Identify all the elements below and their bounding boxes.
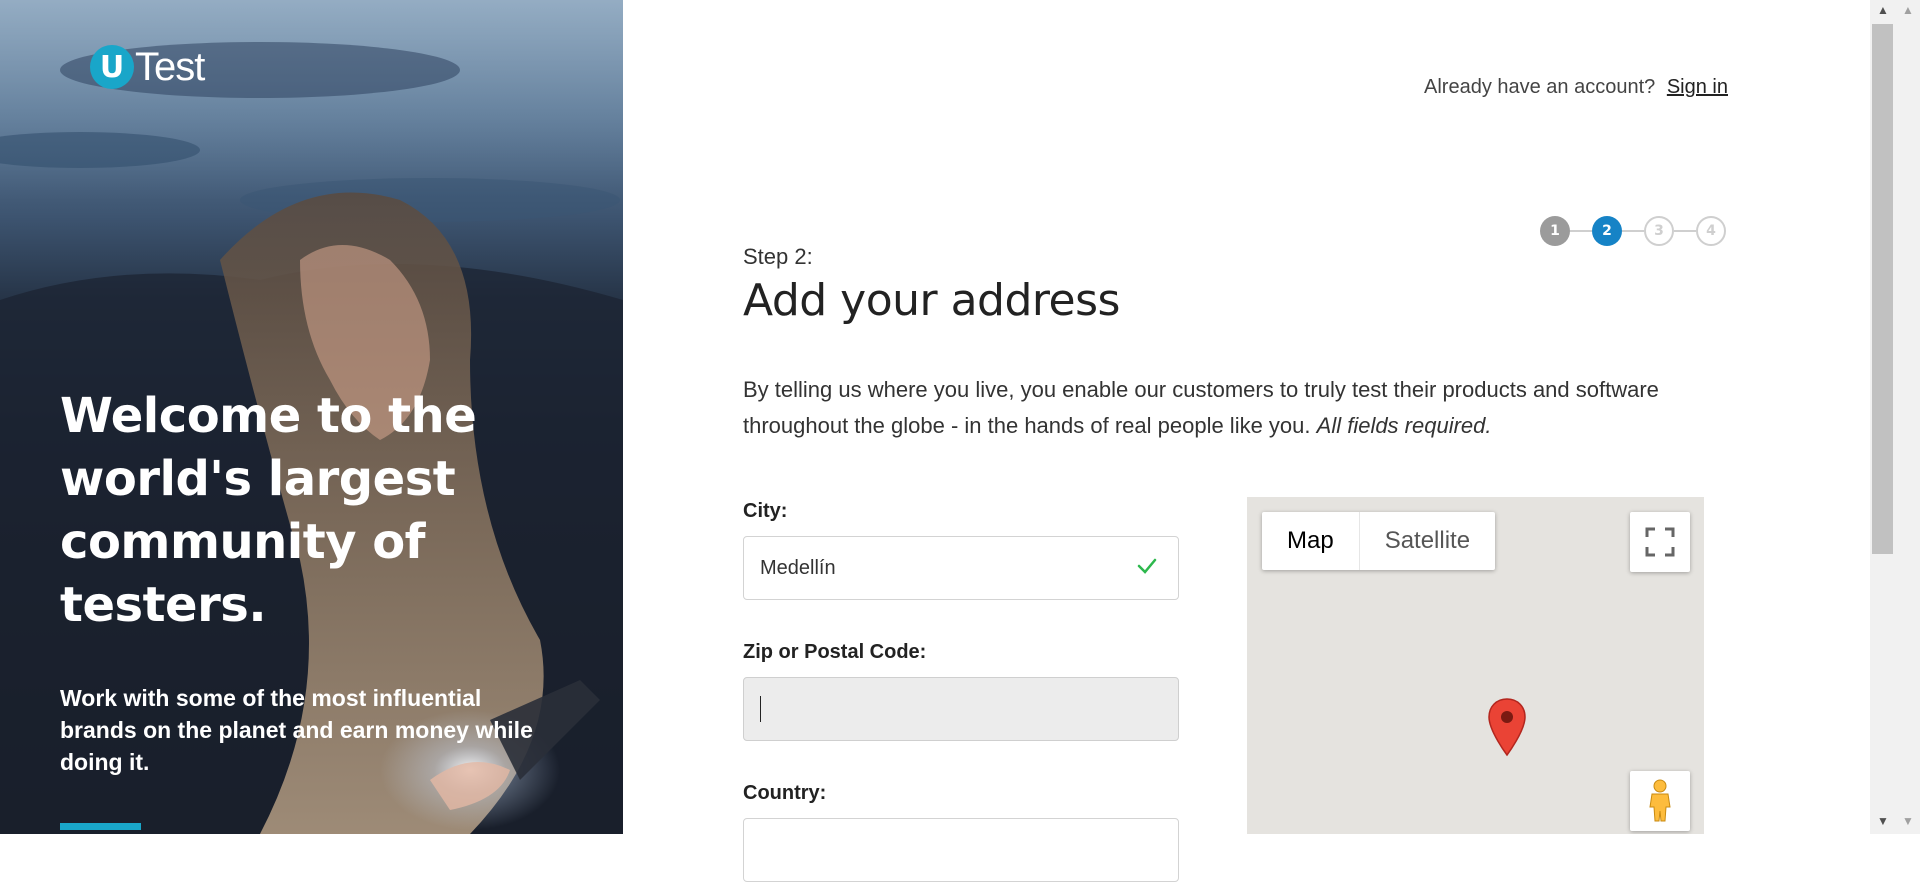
logo-word: Test <box>135 44 205 89</box>
zip-label: Zip or Postal Code: <box>743 641 927 663</box>
hero-subtext: Work with some of the most influential b… <box>60 685 533 775</box>
scrollbar-thumb[interactable] <box>1872 24 1893 554</box>
zip-input[interactable] <box>743 677 1179 741</box>
signin-prompt: Already have an account? Sign in <box>1424 76 1728 99</box>
location-map[interactable]: Map Satellite <box>1247 497 1704 834</box>
outer-scroll-down-icon[interactable]: ▼ <box>1902 814 1914 828</box>
step-indicator: 1 2 3 4 <box>1540 216 1726 246</box>
step-3: 3 <box>1644 216 1674 246</box>
fullscreen-button[interactable] <box>1630 512 1690 572</box>
valid-check-icon <box>1137 558 1157 574</box>
step-label: Step 2: <box>743 244 813 269</box>
location-pin-icon <box>1488 698 1526 757</box>
logo-mark: U <box>90 45 134 89</box>
signin-prompt-text: Already have an account? <box>1424 76 1656 98</box>
city-value: Medellín <box>760 556 836 579</box>
signin-link[interactable]: Sign in <box>1667 76 1728 98</box>
map-type-control: Map Satellite <box>1262 512 1496 570</box>
fullscreen-icon <box>1645 527 1675 557</box>
street-view-button[interactable] <box>1630 771 1690 831</box>
intro-text: By telling us where you live, you enable… <box>743 372 1703 444</box>
hero-accent-bar <box>60 823 141 830</box>
page-title: Add your address <box>743 275 1120 326</box>
country-label: Country: <box>743 782 827 804</box>
scroll-down-arrow-icon[interactable]: ▼ <box>1877 814 1889 828</box>
text-caret <box>760 696 761 722</box>
map-view-button[interactable]: Map <box>1262 512 1360 570</box>
step-1: 1 <box>1540 216 1570 246</box>
step-connector <box>1622 230 1644 232</box>
utest-logo[interactable]: U Test <box>90 44 205 90</box>
step-connector <box>1674 230 1696 232</box>
intro-required-note: All fields required. <box>1316 413 1492 438</box>
hero-panel: U Test Welcome to the world's largest co… <box>0 0 623 834</box>
satellite-view-button[interactable]: Satellite <box>1360 512 1495 570</box>
step-connector <box>1570 230 1592 232</box>
step-4: 4 <box>1696 216 1726 246</box>
scroll-up-arrow-icon[interactable]: ▲ <box>1877 3 1889 17</box>
city-label: City: <box>743 500 788 522</box>
pegman-icon <box>1649 779 1671 822</box>
intro-body: By telling us where you live, you enable… <box>743 377 1659 438</box>
hero-headline: Welcome to the world's largest community… <box>60 388 477 633</box>
step-2: 2 <box>1592 216 1622 246</box>
outer-scroll-up-icon[interactable]: ▲ <box>1902 3 1914 17</box>
country-select[interactable] <box>743 818 1179 882</box>
city-input[interactable]: Medellín <box>743 536 1179 600</box>
